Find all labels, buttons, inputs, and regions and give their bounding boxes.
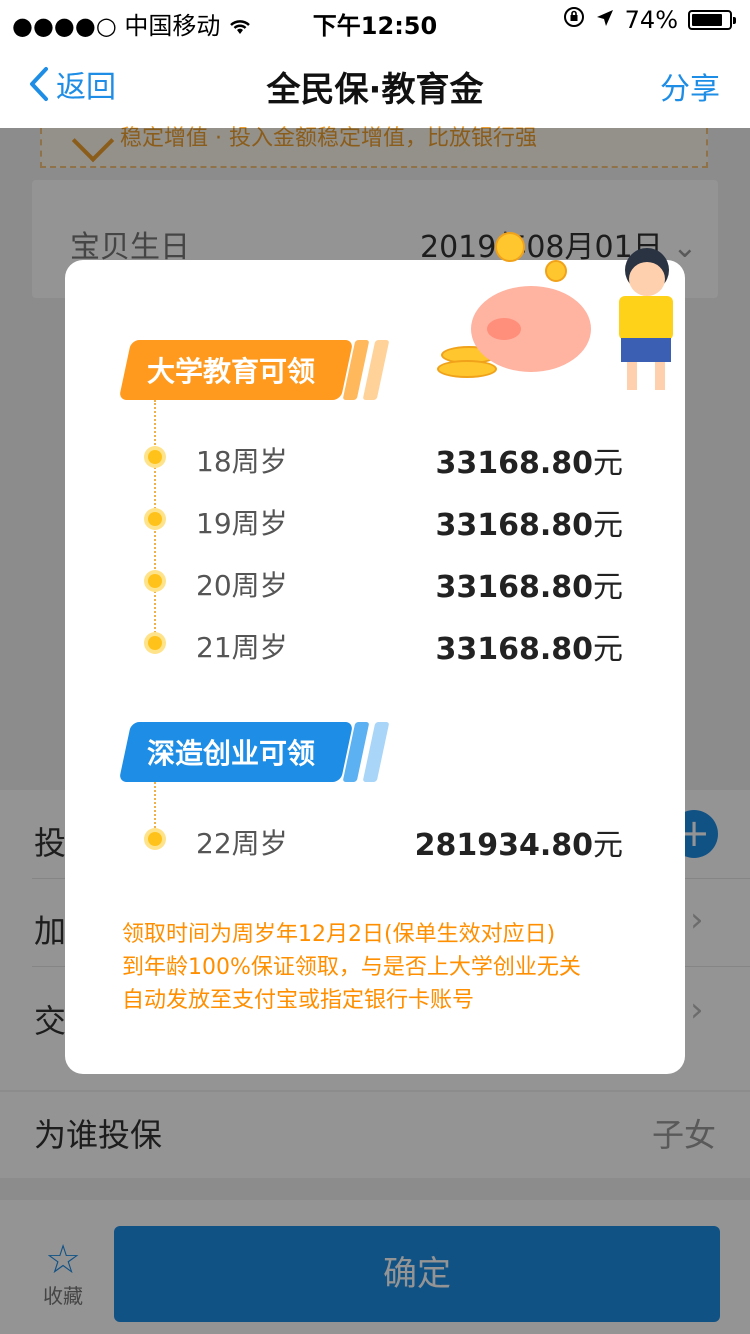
location-icon	[595, 6, 615, 34]
amount-unit: 元	[593, 632, 623, 667]
coin-stack-icon	[437, 360, 497, 378]
amount-value: 33168.80元	[435, 438, 623, 482]
note-line: 领取时间为周岁年12月2日(保单生效对应日)	[122, 922, 556, 947]
coin-icon	[495, 232, 525, 262]
kid-piggy-illustration	[435, 232, 695, 398]
amount-unit: 元	[593, 446, 623, 481]
age-label: 21周岁	[196, 631, 288, 664]
age-label: 20周岁	[196, 569, 288, 602]
timeline-dot	[148, 832, 162, 846]
nav-bar: 返回 全民保·教育金 分享	[0, 40, 750, 128]
rotation-lock-icon	[563, 6, 585, 34]
status-bar: ●●●●○ 中国移动 下午12:50 74%	[0, 0, 750, 40]
amount-value: 33168.80元	[435, 624, 623, 668]
timeline-dot	[148, 450, 162, 464]
amount-value: 33168.80元	[435, 500, 623, 544]
payout-modal: 大学教育可领 18周岁 33168.80元 19周岁 33168.80元 20周…	[65, 232, 685, 1074]
kid-leg	[627, 362, 637, 390]
amount-unit: 元	[593, 828, 623, 863]
status-right: 74%	[563, 6, 736, 34]
amount-number: 33168.80	[435, 632, 593, 667]
amount-number: 281934.80	[414, 828, 593, 863]
age-label: 18周岁	[196, 445, 288, 478]
pig-snout	[487, 318, 521, 340]
amount-unit: 元	[593, 508, 623, 543]
amount-value: 281934.80元	[415, 820, 623, 864]
timeline-line	[154, 782, 156, 832]
battery-percent: 74%	[624, 6, 678, 34]
career-payout-title: 深造创业可领	[147, 737, 316, 770]
kid-shirt	[619, 296, 673, 340]
battery-icon	[688, 10, 736, 30]
timeline-dot	[148, 636, 162, 650]
note-line: 到年龄100%保证领取，与是否上大学创业无关	[122, 955, 581, 980]
age-label: 19周岁	[196, 507, 288, 540]
kid-shorts	[621, 338, 671, 362]
amount-unit: 元	[593, 570, 623, 605]
amount-number: 33168.80	[435, 446, 593, 481]
career-payout-tag: 深造创业可领	[118, 722, 354, 782]
amount-number: 33168.80	[435, 570, 593, 605]
share-button[interactable]: 分享	[660, 64, 720, 108]
kid-face	[629, 262, 665, 296]
timeline-dot	[148, 574, 162, 588]
college-payout-tag: 大学教育可领	[118, 340, 354, 400]
amount-value: 33168.80元	[435, 562, 623, 606]
amount-number: 33168.80	[435, 508, 593, 543]
coin-icon	[545, 260, 567, 282]
page-title: 全民保·教育金	[266, 70, 484, 110]
timeline-dot	[148, 512, 162, 526]
kid-leg	[655, 362, 665, 390]
note-line: 自动发放至支付宝或指定银行卡账号	[122, 988, 475, 1013]
age-label: 22周岁	[196, 827, 288, 860]
college-payout-title: 大学教育可领	[147, 355, 316, 388]
